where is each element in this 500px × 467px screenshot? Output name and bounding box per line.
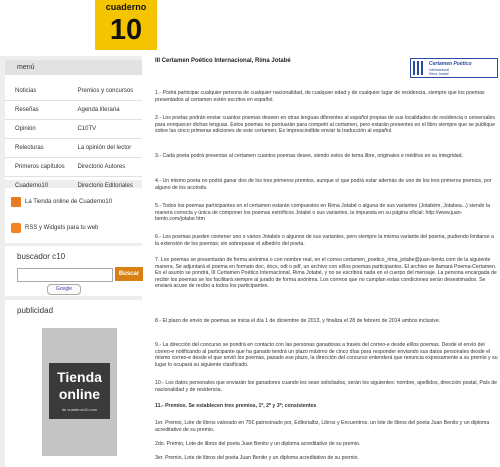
search-button[interactable]: Buscar — [115, 267, 143, 281]
publicidad-box: publicidad Tienda online de cuaderno10.c… — [5, 300, 142, 467]
certamen-banner: Certamen Poético Internacional Rima Jota… — [410, 58, 498, 78]
paragraph-12: 1er. Premio, Lote de libros valorado en … — [155, 420, 490, 433]
paragraph-3: 3.- Cada poeta podrá presentar al certam… — [155, 153, 463, 159]
banner-title-line2: online — [58, 386, 101, 402]
menu-item-resenas[interactable]: Reseñas — [5, 107, 74, 113]
logo-text-number: 10 — [109, 14, 143, 46]
left-sidebar: menú Noticias Premios y concursos Reseña… — [0, 56, 143, 467]
menu-item-primeros-capitulos[interactable]: Primeros capítulos — [5, 164, 74, 170]
menu-row: Opinión C10TV — [5, 120, 142, 139]
search-box: buscador c10 Buscar Google — [5, 246, 143, 296]
logo-text-top: cuaderno — [105, 2, 147, 12]
banner-panel: Tienda online de cuaderno10.com — [49, 363, 110, 419]
paragraph-2: 2.- Los poetas podrán enviar cuantos poe… — [155, 115, 495, 134]
search-input[interactable] — [17, 268, 113, 282]
cart-icon — [11, 197, 21, 207]
google-badge: Google — [47, 284, 81, 295]
paragraph-1: 1.- Podrá participar cualquier persona d… — [155, 90, 485, 103]
paragraph-11: 11.- Premios. Se establecen tres premios… — [155, 403, 317, 409]
paragraph-14: 3er. Premio, Lote de libros del poeta Ju… — [155, 455, 359, 461]
article-title: III Certamen Poético Internacional, Rima… — [155, 58, 291, 64]
tienda-link[interactable]: La Tienda online de Cuaderno10 — [5, 191, 142, 213]
menu-row: Relecturas La opinión del lector — [5, 139, 142, 158]
menu-grid: Noticias Premios y concursos Reseñas Age… — [5, 82, 142, 196]
paragraph-7: 7. Los poemas se presentarán de forma an… — [155, 257, 497, 289]
search-heading: buscador c10 — [17, 252, 66, 261]
menu-item-c10tv[interactable]: C10TV — [74, 126, 143, 132]
menu-item-premios[interactable]: Premios y concursos — [74, 88, 143, 94]
banner-url: de cuaderno10.com — [61, 407, 98, 412]
paragraph-6: 6.- Los poemas pueden contener uno o var… — [155, 234, 494, 247]
links-box: La Tienda online de Cuaderno10 RSS y Wid… — [5, 188, 142, 243]
menu-item-opinion-lector[interactable]: La opinión del lector — [74, 145, 143, 151]
menu-item-agenda[interactable]: Agenda literaria — [74, 107, 143, 113]
menu-row: Reseñas Agenda literaria — [5, 101, 142, 120]
paragraph-10: 10.- Los datos personales que enviarán l… — [155, 380, 498, 393]
menu-item-relecturas[interactable]: Relecturas — [5, 145, 74, 151]
menu-row: Primeros capítulos Directorio Autores — [5, 158, 142, 177]
menu-item-directorio-autores[interactable]: Directorio Autores — [74, 164, 143, 170]
paragraph-8: 8.- El plazo de envío de poemas se inici… — [155, 318, 441, 324]
menu-item-opinion[interactable]: Opinión — [5, 126, 74, 132]
rss-link-label: RSS y Widgets para tu web — [25, 225, 99, 231]
paragraph-5: 5.- Todos los poemas participantes en el… — [155, 203, 490, 222]
banner-stripes-icon — [413, 61, 425, 75]
menu-box: menú Noticias Premios y concursos Reseña… — [5, 60, 142, 196]
article-content: III Certamen Poético Internacional, Rima… — [155, 56, 498, 467]
paragraph-9: 9.- La dirección del concurso se pondrá … — [155, 342, 498, 368]
paragraph-13: 2do. Premio, Lote de libros del poeta Ju… — [155, 441, 361, 447]
publicidad-heading: publicidad — [17, 306, 54, 315]
menu-row: Noticias Premios y concursos — [5, 82, 142, 101]
banner-title-line1: Tienda — [57, 369, 102, 385]
cuaderno10-logo[interactable]: cuaderno 10 — [95, 0, 157, 50]
menu-item-noticias[interactable]: Noticias — [5, 88, 74, 94]
menu-heading: menú — [5, 60, 142, 75]
banner-line3: Rima Jotabé — [429, 72, 449, 76]
rss-link[interactable]: RSS y Widgets para tu web — [5, 217, 142, 239]
paragraph-4: 4.- Un mismo poeta no podrá ganar dos de… — [155, 178, 492, 191]
rss-icon — [11, 223, 21, 233]
tienda-online-banner[interactable]: Tienda online de cuaderno10.com — [42, 328, 117, 456]
tienda-link-label: La Tienda online de Cuaderno10 — [25, 199, 113, 205]
